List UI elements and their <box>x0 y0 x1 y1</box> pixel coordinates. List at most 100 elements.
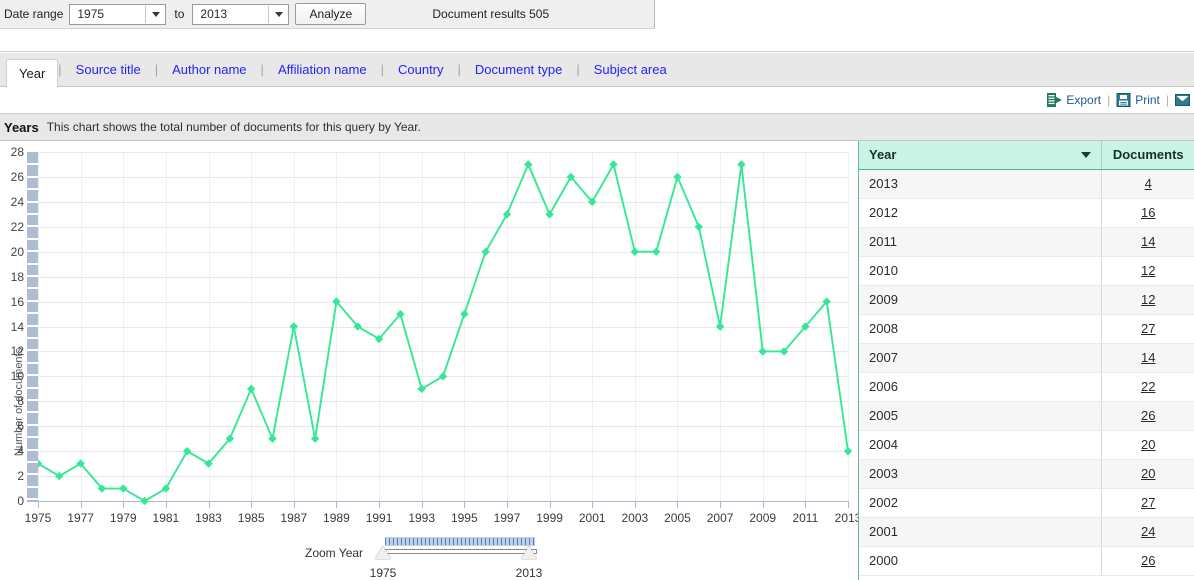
table-row: 2009 12 <box>859 285 1194 315</box>
export-icon <box>1047 93 1063 107</box>
chart-data-point[interactable]: 1982: 4 <box>183 446 192 456</box>
chart-data-point[interactable]: 1996: 20 <box>481 247 490 256</box>
chart-data-point[interactable]: 1985: 9 <box>246 384 256 394</box>
scrollbar-notch <box>27 324 38 327</box>
scrollbar-notch <box>27 411 38 414</box>
tab-affiliation-name[interactable]: Affiliation name <box>264 62 381 77</box>
chart-data-point[interactable]: 1997: 23 <box>502 210 512 219</box>
column-header-year-label: Year <box>869 147 897 163</box>
chart-data-point[interactable]: 1979: 1 <box>119 484 128 493</box>
chart-data-point[interactable]: 1976: 2 <box>55 471 64 481</box>
section-title: Years <box>4 119 39 135</box>
cell-documents: 4 <box>1100 169 1194 199</box>
date-range-from-select[interactable]: 1975 <box>69 3 167 25</box>
column-header-documents-label: Documents <box>1112 147 1184 163</box>
documents-count-link[interactable]: 24 <box>1141 524 1155 539</box>
scrollbar-notch <box>27 225 38 228</box>
documents-count-link[interactable]: 14 <box>1141 350 1155 365</box>
table-row: 2011 14 <box>859 227 1194 257</box>
documents-count-link[interactable]: 20 <box>1141 466 1155 481</box>
chart-data-point[interactable]: 1987: 14 <box>289 322 298 331</box>
chart-data-point[interactable]: 2007: 14 <box>715 322 725 331</box>
date-range-to-label: to <box>174 7 185 21</box>
chart-series-line <box>37 161 849 503</box>
cell-year: 2004 <box>859 430 1101 460</box>
documents-count-link[interactable]: 12 <box>1141 263 1155 278</box>
cell-year: 2006 <box>859 372 1101 402</box>
analysis-tabbar: Year | Source title | Author name | Affiliatio… <box>0 53 1194 87</box>
date-range-toolbar: Date range 1975 to 2013 Analyze Document… <box>0 0 655 29</box>
cell-year: 2009 <box>859 285 1101 315</box>
table-row: 2007 14 <box>859 343 1194 373</box>
chart-data-point[interactable]: 2008: 27 <box>737 160 746 169</box>
scrollbar-notch <box>27 299 38 302</box>
chart-data-point[interactable]: 2005: 26 <box>673 172 682 182</box>
scrollbar-notch <box>27 349 38 352</box>
scrollbar-notch <box>27 423 38 426</box>
tab-document-type[interactable]: Document type <box>461 62 576 77</box>
chart-data-point[interactable]: 1986: 5 <box>268 434 277 443</box>
scrollbar-notch <box>27 436 38 439</box>
tab-year[interactable]: Year <box>6 58 59 87</box>
documents-count-link[interactable]: 14 <box>1141 234 1155 249</box>
chart-vertical-scrollbar[interactable] <box>27 152 38 501</box>
chart-data-point[interactable]: 1988: 5 <box>310 434 320 443</box>
column-header-year[interactable]: Year <box>859 141 1101 170</box>
tab-country[interactable]: Country <box>384 62 458 77</box>
zoom-handle-left[interactable] <box>375 546 391 559</box>
documents-count-link[interactable]: 22 <box>1141 379 1155 394</box>
chart-data-point[interactable]: 2003: 20 <box>630 247 640 256</box>
toolbar-separator <box>0 30 1194 52</box>
export-label: Export <box>1066 93 1102 107</box>
email-button[interactable] <box>1171 93 1194 107</box>
analyze-results-page: Date range 1975 to 2013 Analyze Document… <box>0 0 1194 580</box>
tab-subject-area[interactable]: Subject area <box>580 62 681 77</box>
column-header-documents[interactable]: Documents <box>1100 141 1194 170</box>
chart-data-point[interactable]: 1981: 1 <box>161 484 171 493</box>
section-description: This chart shows the total number of doc… <box>46 120 421 134</box>
documents-count-link[interactable]: 27 <box>1141 495 1155 510</box>
tab-author-name[interactable]: Author name <box>158 62 260 77</box>
zoom-start-label: 1975 <box>369 566 397 580</box>
documents-count-link[interactable]: 26 <box>1141 553 1155 568</box>
table-row: 2005 26 <box>859 401 1194 431</box>
documents-count-link[interactable]: 16 <box>1141 205 1155 220</box>
chart-data-point[interactable]: 1995: 15 <box>460 309 469 319</box>
documents-count-link[interactable]: 20 <box>1141 437 1155 452</box>
chart-data-point[interactable]: 2006: 22 <box>694 222 703 231</box>
action-divider: | <box>1107 93 1111 107</box>
documents-count-link[interactable]: 26 <box>1141 408 1155 423</box>
chart-data-point[interactable]: 2002: 27 <box>609 160 618 169</box>
chart-data-point[interactable]: 1980: 0 <box>140 496 149 506</box>
chart-data-point[interactable]: 2013: 4 <box>843 446 853 456</box>
table-row: 2000 26 <box>859 546 1194 576</box>
zoom-track-bar[interactable] <box>383 549 537 554</box>
chart-data-point[interactable]: 1999: 23 <box>545 210 554 219</box>
cell-documents: 26 <box>1100 546 1194 576</box>
chart-data-point[interactable]: 1993: 9 <box>417 384 426 394</box>
table-row: 2003 20 <box>859 459 1194 489</box>
sort-descending-icon[interactable] <box>1080 151 1091 158</box>
chart-data-point[interactable]: 2009: 12 <box>758 347 767 356</box>
documents-count-link[interactable]: 12 <box>1141 292 1155 307</box>
print-button[interactable]: Print <box>1112 93 1164 107</box>
topbar-blank-strip <box>655 0 1194 29</box>
zoom-handle-right[interactable] <box>521 546 537 559</box>
tab-source-title[interactable]: Source title <box>62 62 155 77</box>
scrollbar-notch <box>27 237 38 240</box>
documents-count-link[interactable]: 27 <box>1141 321 1155 336</box>
document-results-count: Document results 505 <box>432 7 550 21</box>
scrollbar-notch <box>27 399 38 401</box>
chart-data-point[interactable]: 1994: 10 <box>438 372 448 381</box>
date-range-to-select[interactable]: 2013 <box>192 3 290 25</box>
year-line-chart: Number of documents 0 2 4 6 8 10 12 14 16 18 20 22 2… <box>0 141 861 580</box>
scrollbar-notch <box>27 262 38 265</box>
scrollbar-notch <box>27 473 38 476</box>
chart-data-point[interactable]: 2004: 20 <box>651 247 661 256</box>
export-button[interactable]: Export <box>1043 93 1105 107</box>
chart-data-point[interactable]: 1998: 27 <box>524 160 533 169</box>
analyze-button[interactable]: Analyze <box>295 3 367 25</box>
cell-documents: 20 <box>1100 430 1194 460</box>
email-icon <box>1175 93 1190 107</box>
documents-count-link[interactable]: 4 <box>1145 176 1152 191</box>
